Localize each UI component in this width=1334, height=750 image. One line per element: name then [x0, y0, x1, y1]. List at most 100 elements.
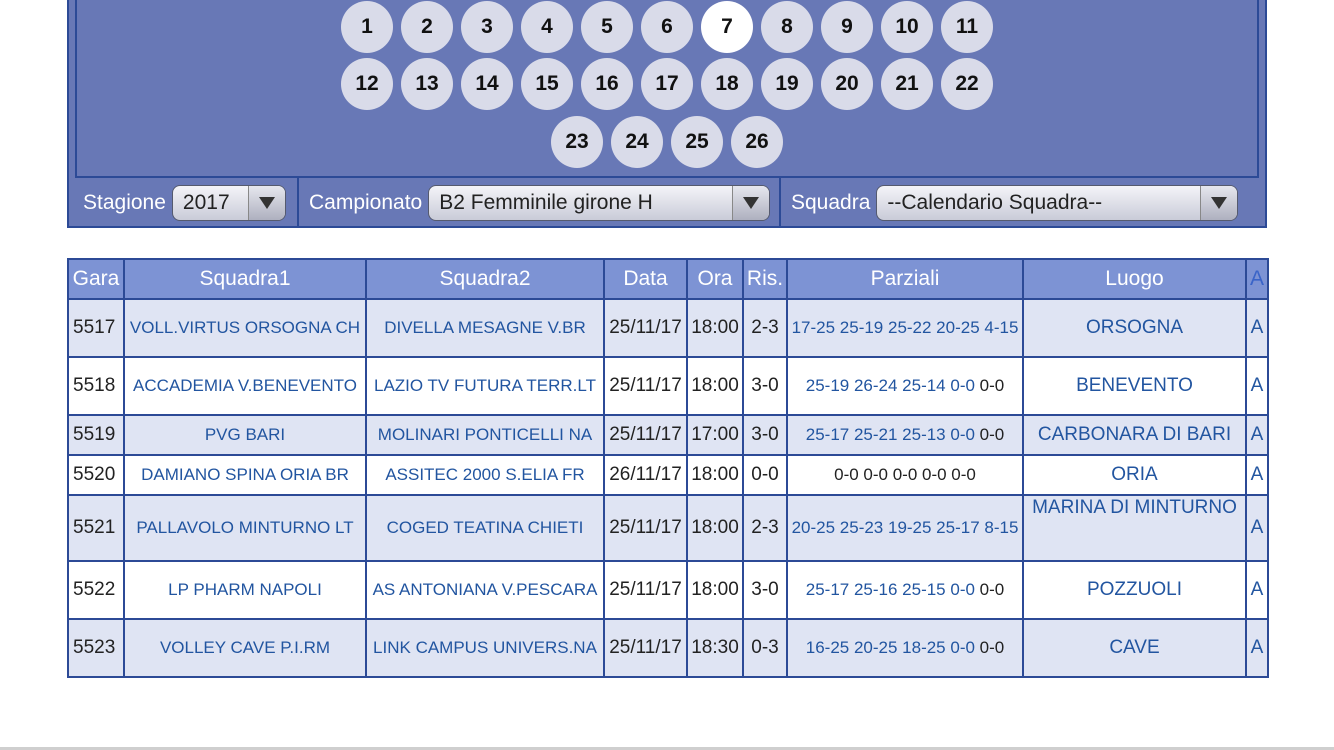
- squadra1-cell: ACCADEMIA V.BENEVENTO: [123, 356, 367, 416]
- ora-cell: 18:00: [686, 356, 744, 416]
- round-button[interactable]: 17: [641, 58, 693, 110]
- parziali-played: 25-17 25-21 25-13 0-0: [805, 425, 975, 444]
- round-button[interactable]: 5: [581, 1, 633, 53]
- round-button[interactable]: 20: [821, 58, 873, 110]
- round-button[interactable]: 26: [731, 116, 783, 168]
- venue-link[interactable]: CARBONARA DI BARI: [1038, 424, 1231, 445]
- team-link[interactable]: ACCADEMIA V.BENEVENTO: [133, 376, 357, 395]
- parziali-unplayed: 0-0 0-0 0-0 0-0 0-0: [834, 465, 976, 484]
- ris-cell: 2-3: [742, 494, 788, 562]
- squadra2-cell: LINK CAMPUS UNIVERS.NA: [365, 618, 605, 678]
- parziali-unplayed: 0-0: [979, 425, 1005, 444]
- campionato-group: Campionato B2 Femminile girone H: [299, 178, 779, 228]
- campionato-value: B2 Femminile girone H: [439, 191, 653, 214]
- round-button[interactable]: 3: [461, 1, 513, 53]
- team-link[interactable]: PVG BARI: [205, 425, 285, 444]
- round-button[interactable]: 8: [761, 1, 813, 53]
- round-button[interactable]: 6: [641, 1, 693, 53]
- a-link[interactable]: A: [1251, 464, 1264, 485]
- team-link[interactable]: MOLINARI PONTICELLI NA: [378, 425, 592, 444]
- team-link[interactable]: LINK CAMPUS UNIVERS.NA: [373, 638, 597, 657]
- round-buttons-row-3: 23 24 25 26: [69, 116, 1265, 168]
- squadra2-cell: MOLINARI PONTICELLI NA: [365, 414, 605, 456]
- a-link[interactable]: A: [1251, 317, 1264, 338]
- data-cell: 25/11/17: [603, 414, 688, 456]
- a-link[interactable]: A: [1251, 424, 1264, 445]
- a-link[interactable]: A: [1251, 517, 1264, 538]
- team-link[interactable]: LAZIO TV FUTURA TERR.LT: [374, 376, 596, 395]
- ora-cell: 17:00: [686, 414, 744, 456]
- campionato-select[interactable]: B2 Femminile girone H: [428, 185, 771, 221]
- round-button[interactable]: 2: [401, 1, 453, 53]
- round-button[interactable]: 16: [581, 58, 633, 110]
- round-button[interactable]: 23: [551, 116, 603, 168]
- squadra2-cell: COGED TEATINA CHIETI: [365, 494, 605, 562]
- parziali-cell: 17-25 25-19 25-22 20-25 4-15: [786, 298, 1024, 358]
- parziali-cell: 25-19 26-24 25-14 0-0 0-0: [786, 356, 1024, 416]
- venue-link[interactable]: MARINA DI MINTURNO: [1032, 497, 1237, 518]
- parziali-cell: 25-17 25-21 25-13 0-0 0-0: [786, 414, 1024, 456]
- round-button[interactable]: 14: [461, 58, 513, 110]
- team-link[interactable]: DIVELLA MESAGNE V.BR: [384, 318, 586, 337]
- squadra1-cell: PALLAVOLO MINTURNO LT: [123, 494, 367, 562]
- luogo-cell: BENEVENTO: [1022, 356, 1247, 416]
- table-row: 5519 PVG BARI MOLINARI PONTICELLI NA 25/11/…: [67, 414, 1269, 456]
- data-cell: 25/11/17: [603, 298, 688, 358]
- ris-cell: 2-3: [742, 298, 788, 358]
- round-button[interactable]: 22: [941, 58, 993, 110]
- column-header-a[interactable]: A: [1245, 258, 1269, 300]
- round-button[interactable]: 1: [341, 1, 393, 53]
- round-button[interactable]: 13: [401, 58, 453, 110]
- ora-cell: 18:00: [686, 494, 744, 562]
- column-header-luogo: Luogo: [1022, 258, 1247, 300]
- round-button[interactable]: 21: [881, 58, 933, 110]
- a-link[interactable]: A: [1251, 637, 1264, 658]
- team-link[interactable]: ASSITEC 2000 S.ELIA FR: [385, 465, 584, 484]
- round-button[interactable]: 9: [821, 1, 873, 53]
- squadra-label: Squadra: [791, 191, 871, 214]
- round-button[interactable]: 25: [671, 116, 723, 168]
- data-cell: 25/11/17: [603, 494, 688, 562]
- team-link[interactable]: DAMIANO SPINA ORIA BR: [141, 465, 349, 484]
- team-link[interactable]: PALLAVOLO MINTURNO LT: [136, 518, 353, 537]
- round-selector-panel: 1 2 3 4 5 6 7 8 9 10 11 12 13 14 15 16 17 18 19 20 21 22 23 2…: [67, 0, 1267, 228]
- team-link[interactable]: VOLL.VIRTUS ORSOGNA CH: [130, 318, 360, 337]
- round-button[interactable]: 24: [611, 116, 663, 168]
- gara-cell: 5522: [67, 560, 125, 620]
- a-link[interactable]: A: [1251, 579, 1264, 600]
- round-button[interactable]: 19: [761, 58, 813, 110]
- squadra-value: --Calendario Squadra--: [887, 191, 1103, 214]
- team-link[interactable]: COGED TEATINA CHIETI: [387, 518, 584, 537]
- a-link[interactable]: A: [1251, 375, 1264, 396]
- venue-link[interactable]: ORIA: [1111, 464, 1157, 485]
- squadra-select[interactable]: --Calendario Squadra--: [876, 185, 1239, 221]
- squadra-group: Squadra --Calendario Squadra--: [781, 178, 1257, 228]
- team-link[interactable]: LP PHARM NAPOLI: [168, 580, 322, 599]
- venue-link[interactable]: POZZUOLI: [1087, 579, 1182, 600]
- column-header-ris: Ris.: [742, 258, 788, 300]
- round-buttons-row-1: 1 2 3 4 5 6 7 8 9 10 11: [69, 1, 1265, 53]
- table-row: 5518 ACCADEMIA V.BENEVENTO LAZIO TV FUTURA…: [67, 356, 1269, 416]
- round-button[interactable]: 11: [941, 1, 993, 53]
- ris-cell: 3-0: [742, 414, 788, 456]
- squadra1-cell: LP PHARM NAPOLI: [123, 560, 367, 620]
- a-cell: A: [1245, 298, 1269, 358]
- gara-cell: 5519: [67, 414, 125, 456]
- venue-link[interactable]: ORSOGNA: [1086, 317, 1183, 338]
- round-button[interactable]: 4: [521, 1, 573, 53]
- venue-link[interactable]: CAVE: [1109, 637, 1159, 658]
- round-button[interactable]: 7: [701, 1, 753, 53]
- round-button[interactable]: 10: [881, 1, 933, 53]
- team-link[interactable]: VOLLEY CAVE P.I.RM: [160, 638, 330, 657]
- round-button[interactable]: 12: [341, 58, 393, 110]
- stagione-select[interactable]: 2017: [171, 185, 286, 221]
- venue-link[interactable]: BENEVENTO: [1076, 375, 1193, 396]
- squadra1-cell: DAMIANO SPINA ORIA BR: [123, 454, 367, 496]
- column-header-ora: Ora: [686, 258, 744, 300]
- team-link[interactable]: AS ANTONIANA V.PESCARA: [373, 580, 598, 599]
- parziali-cell: 16-25 20-25 18-25 0-0 0-0: [786, 618, 1024, 678]
- round-button[interactable]: 15: [521, 58, 573, 110]
- campionato-label: Campionato: [309, 191, 423, 214]
- round-button[interactable]: 18: [701, 58, 753, 110]
- parziali-played: 20-25 25-23 19-25 25-17 8-15: [791, 518, 1019, 537]
